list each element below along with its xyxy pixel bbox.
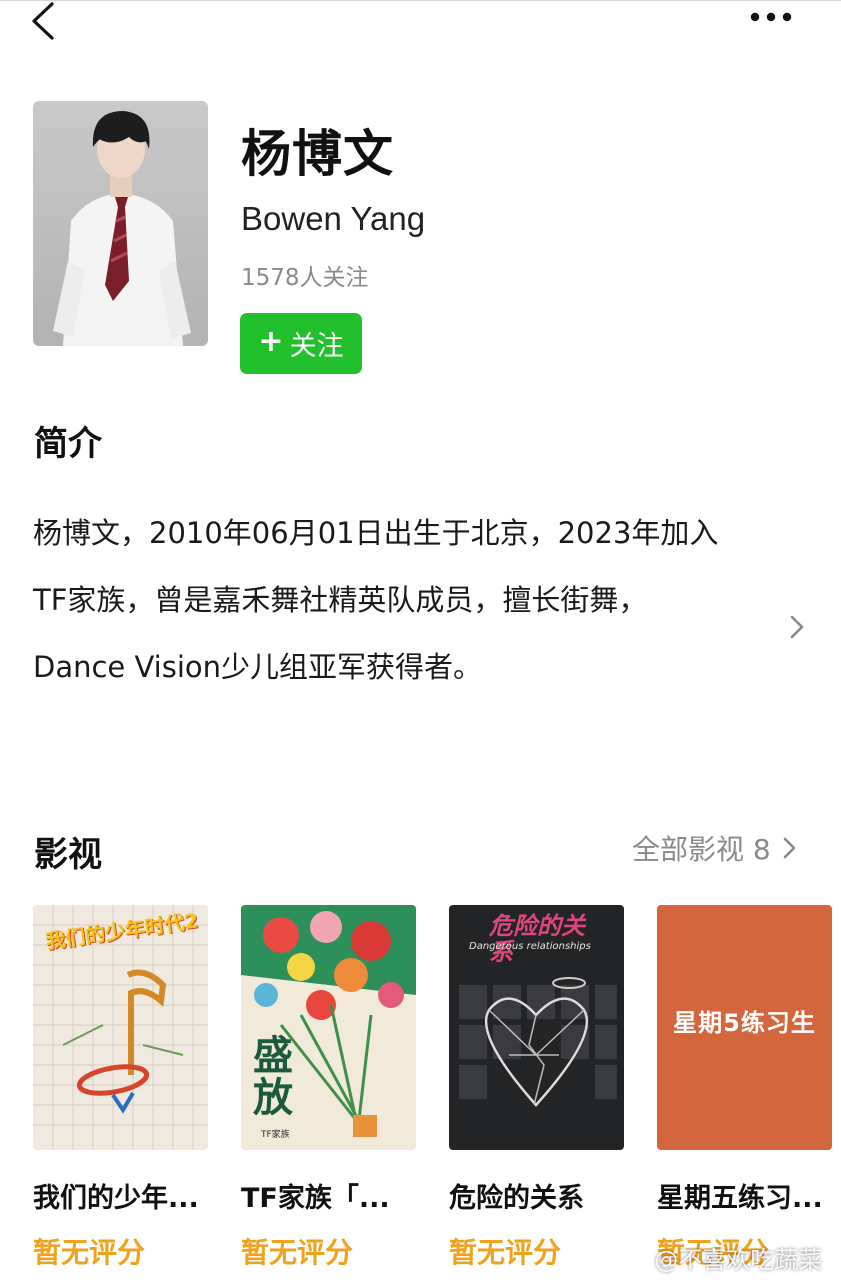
follow-button[interactable]: + 关注 [240,313,362,374]
weibo-logo-icon [625,1266,649,1280]
all-works-link[interactable]: 全部影视 8 [632,828,799,868]
follow-label: 关注 [289,331,344,362]
poster-title: 星期5练习生 [673,1009,816,1037]
intro-title: 简介 [34,424,102,464]
work-title[interactable]: 我们的少年... [33,1176,209,1215]
follower-count: 1578人关注 [241,265,369,291]
plus-icon: + [258,324,284,359]
work-title[interactable]: TF家族「... [241,1176,417,1215]
work-poster[interactable]: 星期5练习生 [657,905,832,1150]
poster-title: 危险的关系 [489,912,585,966]
work-title[interactable]: 星期五练习... [657,1176,833,1215]
more-button[interactable] [740,3,800,31]
name-english: Bowen Yang [241,200,426,237]
intro-text[interactable]: 杨博文，2010年06月01日出生于北京，2023年加入TF家族，曾是嘉禾舞社精… [33,500,733,701]
chevron-right-icon [783,837,796,859]
work-card[interactable]: 星期5练习生 星期五练习... 暂无评分 [657,905,832,1271]
work-poster[interactable]: 危险的关系 Dangerous relationships [449,905,624,1150]
intro-expand-button[interactable] [786,612,808,642]
poster-title: 盛放 [253,1033,293,1121]
works-title: 影视 [34,835,102,875]
watermark-text: @不喜欢吃蔬菜菜 [654,1246,823,1274]
works-list: 我们的少年时代2 我们的少年... 暂无评分 盛放 TF家族 TF家族「... … [33,905,841,1280]
work-poster[interactable]: 我们的少年时代2 [33,905,208,1150]
chevron-right-icon [790,615,804,639]
avatar [33,101,208,346]
poster-subtitle: TF家族 [261,1130,290,1140]
back-chevron-icon [32,2,54,40]
work-rating: 暂无评分 [33,1236,146,1269]
watermark: @不喜欢吃蔬菜菜 [625,1240,841,1280]
work-card[interactable]: 我们的少年时代2 我们的少年... 暂无评分 [33,905,208,1271]
name-chinese: 杨博文 [241,125,394,183]
poster-subtitle: Dangerous relationships [469,941,591,952]
back-button[interactable] [22,1,66,45]
all-works-label: 全部影视 8 [632,833,771,866]
work-rating: 暂无评分 [449,1236,562,1269]
work-card[interactable]: 盛放 TF家族 TF家族「... 暂无评分 [241,905,416,1271]
work-poster[interactable]: 盛放 TF家族 [241,905,416,1150]
work-title[interactable]: 危险的关系 [449,1176,625,1215]
more-dots-icon [750,12,792,22]
work-rating: 暂无评分 [241,1236,354,1269]
work-card[interactable]: 危险的关系 Dangerous relationships 危险的关系 暂无评分 [449,905,624,1271]
top-bar [0,0,841,60]
